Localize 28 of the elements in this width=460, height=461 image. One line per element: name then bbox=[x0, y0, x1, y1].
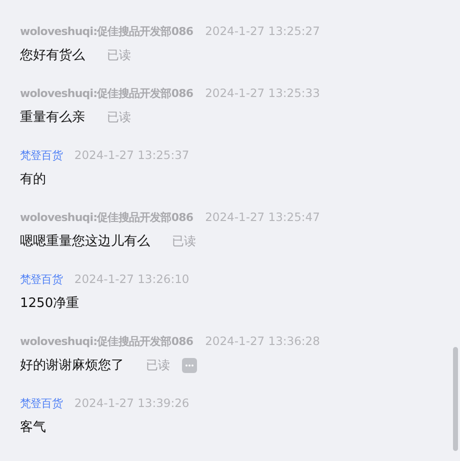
message-text: 嗯嗯重量您这边儿有么 bbox=[20, 233, 150, 250]
message-text: 好的谢谢麻烦您了 bbox=[20, 357, 124, 374]
message-time: 2024-1-27 13:25:33 bbox=[205, 86, 320, 100]
read-status: 已读 bbox=[146, 356, 170, 374]
message-text: 重量有么亲 bbox=[20, 109, 85, 126]
sender-name[interactable]: 梵登百货 bbox=[20, 148, 62, 162]
message-time: 2024-1-27 13:25:37 bbox=[74, 148, 190, 162]
sender-name: woloveshuqi:促佳搜品开发部086 bbox=[20, 334, 194, 348]
read-status: 已读 bbox=[107, 46, 131, 64]
more-button[interactable] bbox=[182, 358, 197, 372]
sender-name[interactable]: 梵登百货 bbox=[20, 396, 62, 410]
read-status: 已读 bbox=[107, 108, 131, 126]
read-status: 已读 bbox=[172, 232, 196, 250]
message-time: 2024-1-27 13:26:10 bbox=[74, 272, 190, 286]
dots-icon bbox=[185, 364, 194, 366]
sender-name: woloveshuqi:促佳搜品开发部086 bbox=[20, 24, 194, 38]
sender-name: woloveshuqi:促佳搜品开发部086 bbox=[20, 210, 194, 224]
message-text: 有的 bbox=[20, 171, 46, 188]
sender-name: woloveshuqi:促佳搜品开发部086 bbox=[20, 86, 194, 100]
message-time: 2024-1-27 13:25:47 bbox=[205, 210, 320, 224]
scrollbar-thumb[interactable] bbox=[453, 347, 458, 451]
message-time: 2024-1-27 13:39:26 bbox=[74, 396, 190, 410]
message-time: 2024-1-27 13:36:28 bbox=[205, 334, 320, 348]
message-text: 您好有货么 bbox=[20, 47, 85, 64]
message-time: 2024-1-27 13:25:27 bbox=[205, 24, 320, 38]
sender-name[interactable]: 梵登百货 bbox=[20, 272, 62, 286]
message-text: 1250净重 bbox=[20, 295, 80, 312]
message-text: 客气 bbox=[20, 419, 46, 436]
